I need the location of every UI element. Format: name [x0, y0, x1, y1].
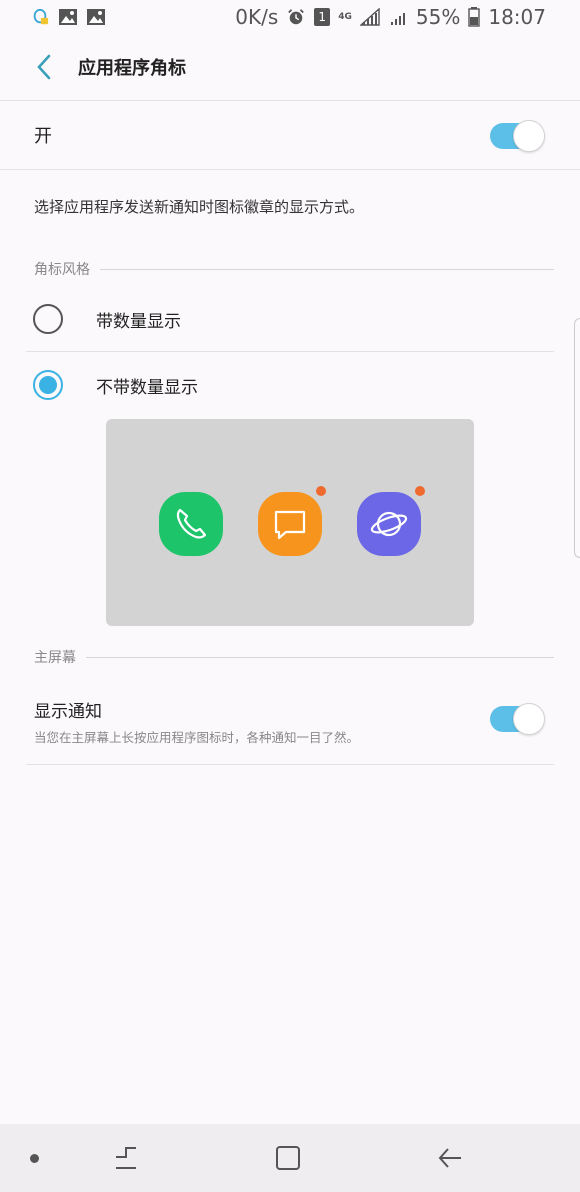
network-speed: 0K/s [235, 5, 279, 29]
section-header-badge-style: 角标风格 [34, 258, 554, 280]
radio-option-with-number[interactable]: 带数量显示 [26, 286, 554, 352]
page-title: 应用程序角标 [78, 58, 186, 79]
messages-app-icon [258, 486, 326, 556]
show-notifications-toggle[interactable] [490, 703, 545, 735]
dot-indicator [30, 1154, 39, 1163]
badge-preview-panel [106, 419, 474, 626]
recent-apps-icon [116, 1147, 136, 1169]
setting-subtitle: 当您在主屏幕上长按应用程序图标时，各种通知一目了然。 [34, 730, 360, 745]
section-line [86, 656, 554, 658]
network-type: 4G [338, 12, 352, 22]
section-title: 主屏幕 [34, 650, 76, 666]
radio-dot [39, 376, 57, 394]
section-title: 角标风格 [34, 262, 90, 278]
status-right: 0K/s 1 4G 55% 18:07 [235, 5, 546, 29]
master-switch-row[interactable]: 开 [0, 101, 580, 169]
app-bar: 应用程序角标 [0, 34, 580, 100]
back-nav-button[interactable] [432, 1138, 468, 1178]
battery-percent: 55% [415, 5, 461, 29]
notification-badge [415, 486, 425, 496]
chevron-left-icon [37, 54, 51, 80]
clock: 18:07 [488, 5, 546, 29]
master-divider [0, 169, 580, 170]
radio-option-without-number[interactable]: 不带数量显示 [26, 352, 554, 418]
toggle-thumb [513, 120, 545, 152]
chat-bubble-icon [274, 510, 306, 540]
signal-icon [359, 8, 380, 26]
description-text: 选择应用程序发送新通知时图标徽章的显示方式。 [34, 198, 365, 216]
radio-button-unchecked[interactable] [33, 304, 63, 334]
status-bar: 0K/s 1 4G 55% 18:07 [0, 0, 580, 34]
phone-app-icon [159, 492, 223, 556]
toggle-thumb [513, 703, 545, 735]
navigation-bar [0, 1124, 580, 1192]
image-icon [87, 9, 105, 25]
show-notifications-row[interactable]: 显示通知 当您在主屏幕上长按应用程序图标时，各种通知一目了然。 [34, 697, 545, 745]
phone-icon [176, 508, 207, 539]
section-header-home-screen: 主屏幕 [34, 646, 554, 668]
sim-icon: 1 [314, 8, 331, 26]
alarm-icon [288, 9, 305, 25]
back-arrow-icon [438, 1148, 461, 1168]
image-icon [59, 9, 77, 25]
recent-apps-button[interactable] [108, 1138, 144, 1178]
master-toggle[interactable] [490, 120, 545, 152]
status-left [30, 8, 106, 26]
section-line [100, 268, 554, 270]
edge-panel-handle[interactable] [574, 318, 580, 558]
home-button[interactable] [270, 1138, 306, 1178]
internet-app-icon [357, 486, 425, 556]
qq-icon [33, 8, 49, 25]
home-icon [276, 1146, 300, 1170]
setting-divider [26, 764, 554, 765]
radio-button-checked[interactable] [33, 370, 63, 400]
radio-label: 不带数量显示 [96, 377, 198, 398]
notification-badge [316, 486, 326, 496]
battery-icon [468, 7, 481, 27]
planet-icon [370, 511, 408, 537]
master-switch-label: 开 [34, 126, 52, 147]
setting-title: 显示通知 [34, 702, 102, 722]
back-button[interactable] [14, 37, 74, 97]
radio-label: 带数量显示 [96, 311, 181, 332]
signal-icon [390, 13, 405, 25]
